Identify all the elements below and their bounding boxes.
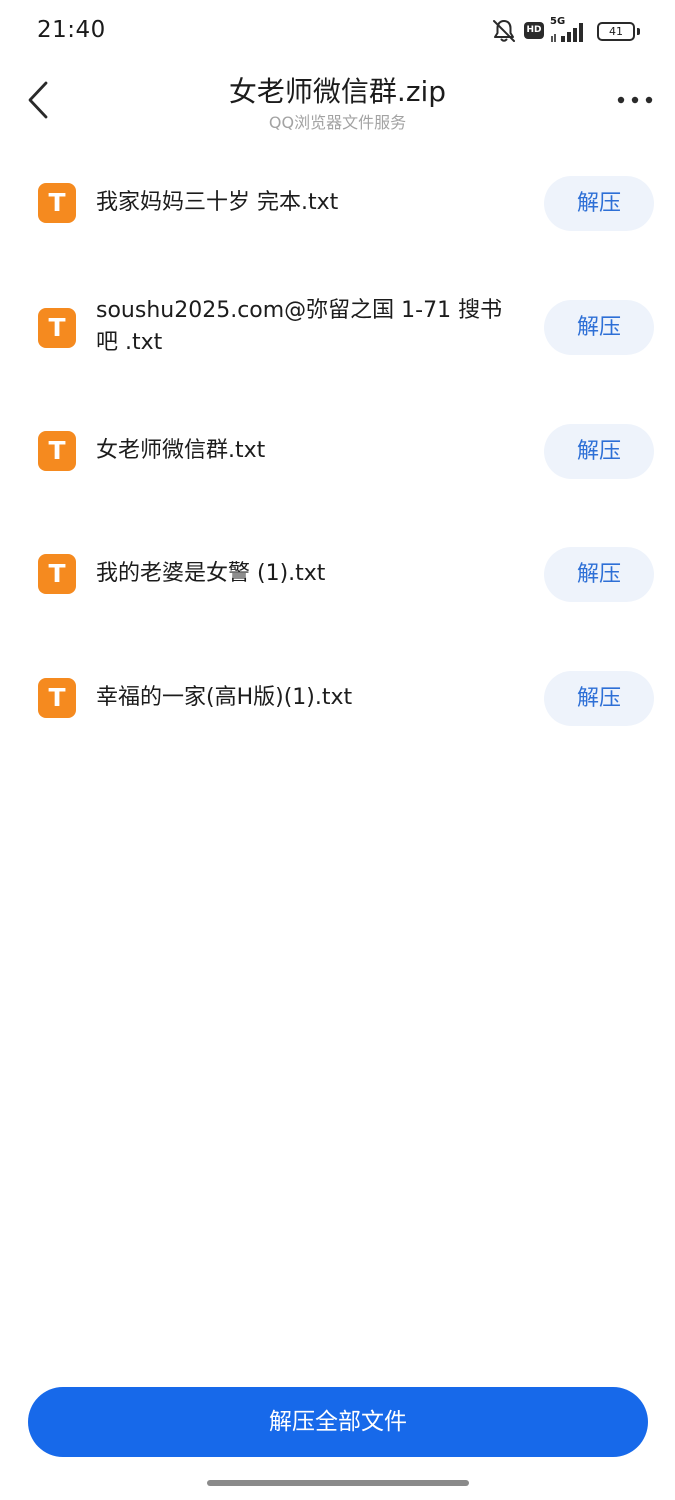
page-title: 女老师微信群.zip (228, 75, 447, 108)
file-name: soushu2025.com@弥留之国 1-71 搜书吧 .txt (96, 298, 503, 355)
signal-5g-icon: 5G (550, 16, 590, 44)
file-icon-letter: T (48, 436, 66, 465)
file-list-item[interactable]: T 幸福的一家(高H版)(1).txt 解压 (0, 637, 675, 761)
extract-all-button[interactable]: 解压全部文件 (28, 1387, 648, 1457)
file-name: 女老师微信群.txt (96, 438, 266, 463)
more-button[interactable] (615, 84, 655, 116)
extract-button[interactable]: 解压 (544, 671, 654, 726)
extract-button[interactable]: 解压 (544, 424, 654, 479)
file-name: 幸福的一家(高H版)(1).txt (96, 685, 353, 710)
status-time: 21:40 (37, 17, 106, 43)
extract-button[interactable]: 解压 (544, 176, 654, 231)
file-name: 我家妈妈三十岁 完本.txt (96, 190, 339, 215)
page-subtitle: QQ浏览器文件服务 (268, 113, 407, 132)
txt-file-icon: T (38, 183, 76, 223)
file-list-item[interactable]: T 我的老婆是女警 (1).txt 解压 (0, 513, 675, 637)
header: 女老师微信群.zip QQ浏览器文件服务 (0, 62, 675, 142)
file-name: 我的老婆是女警 (1).txt (96, 561, 326, 586)
bell-muted-icon (493, 20, 515, 42)
extract-button[interactable]: 解压 (544, 300, 654, 355)
battery-tip (637, 28, 640, 35)
hd-icon: HD (524, 22, 544, 39)
txt-file-icon: T (38, 554, 76, 594)
file-list-item[interactable]: T 女老师微信群.txt 解压 (0, 390, 675, 514)
txt-file-icon: T (38, 308, 76, 348)
file-list-item[interactable]: T 我家妈妈三十岁 完本.txt 解压 (0, 142, 675, 266)
battery-icon: 41 (597, 22, 635, 41)
txt-file-icon: T (38, 678, 76, 718)
file-icon-letter: T (48, 188, 66, 217)
extract-button[interactable]: 解压 (544, 547, 654, 602)
file-preview-screen: 21:40 HD 5G 41 女老师微信群.zip QQ浏览器文件服务 T 我家… (0, 0, 675, 1500)
txt-file-icon: T (38, 431, 76, 471)
status-icons: HD 5G 41 (491, 16, 641, 46)
more-horizontal-icon (617, 96, 653, 104)
home-indicator[interactable] (207, 1480, 469, 1486)
file-icon-letter: T (48, 683, 66, 712)
file-icon-letter: T (48, 559, 66, 588)
status-bar: 21:40 HD 5G 41 (0, 0, 675, 62)
file-list-item[interactable]: T soushu2025.com@弥留之国 1-71 搜书吧 .txt 解压 (0, 266, 675, 390)
file-icon-letter: T (48, 313, 66, 342)
